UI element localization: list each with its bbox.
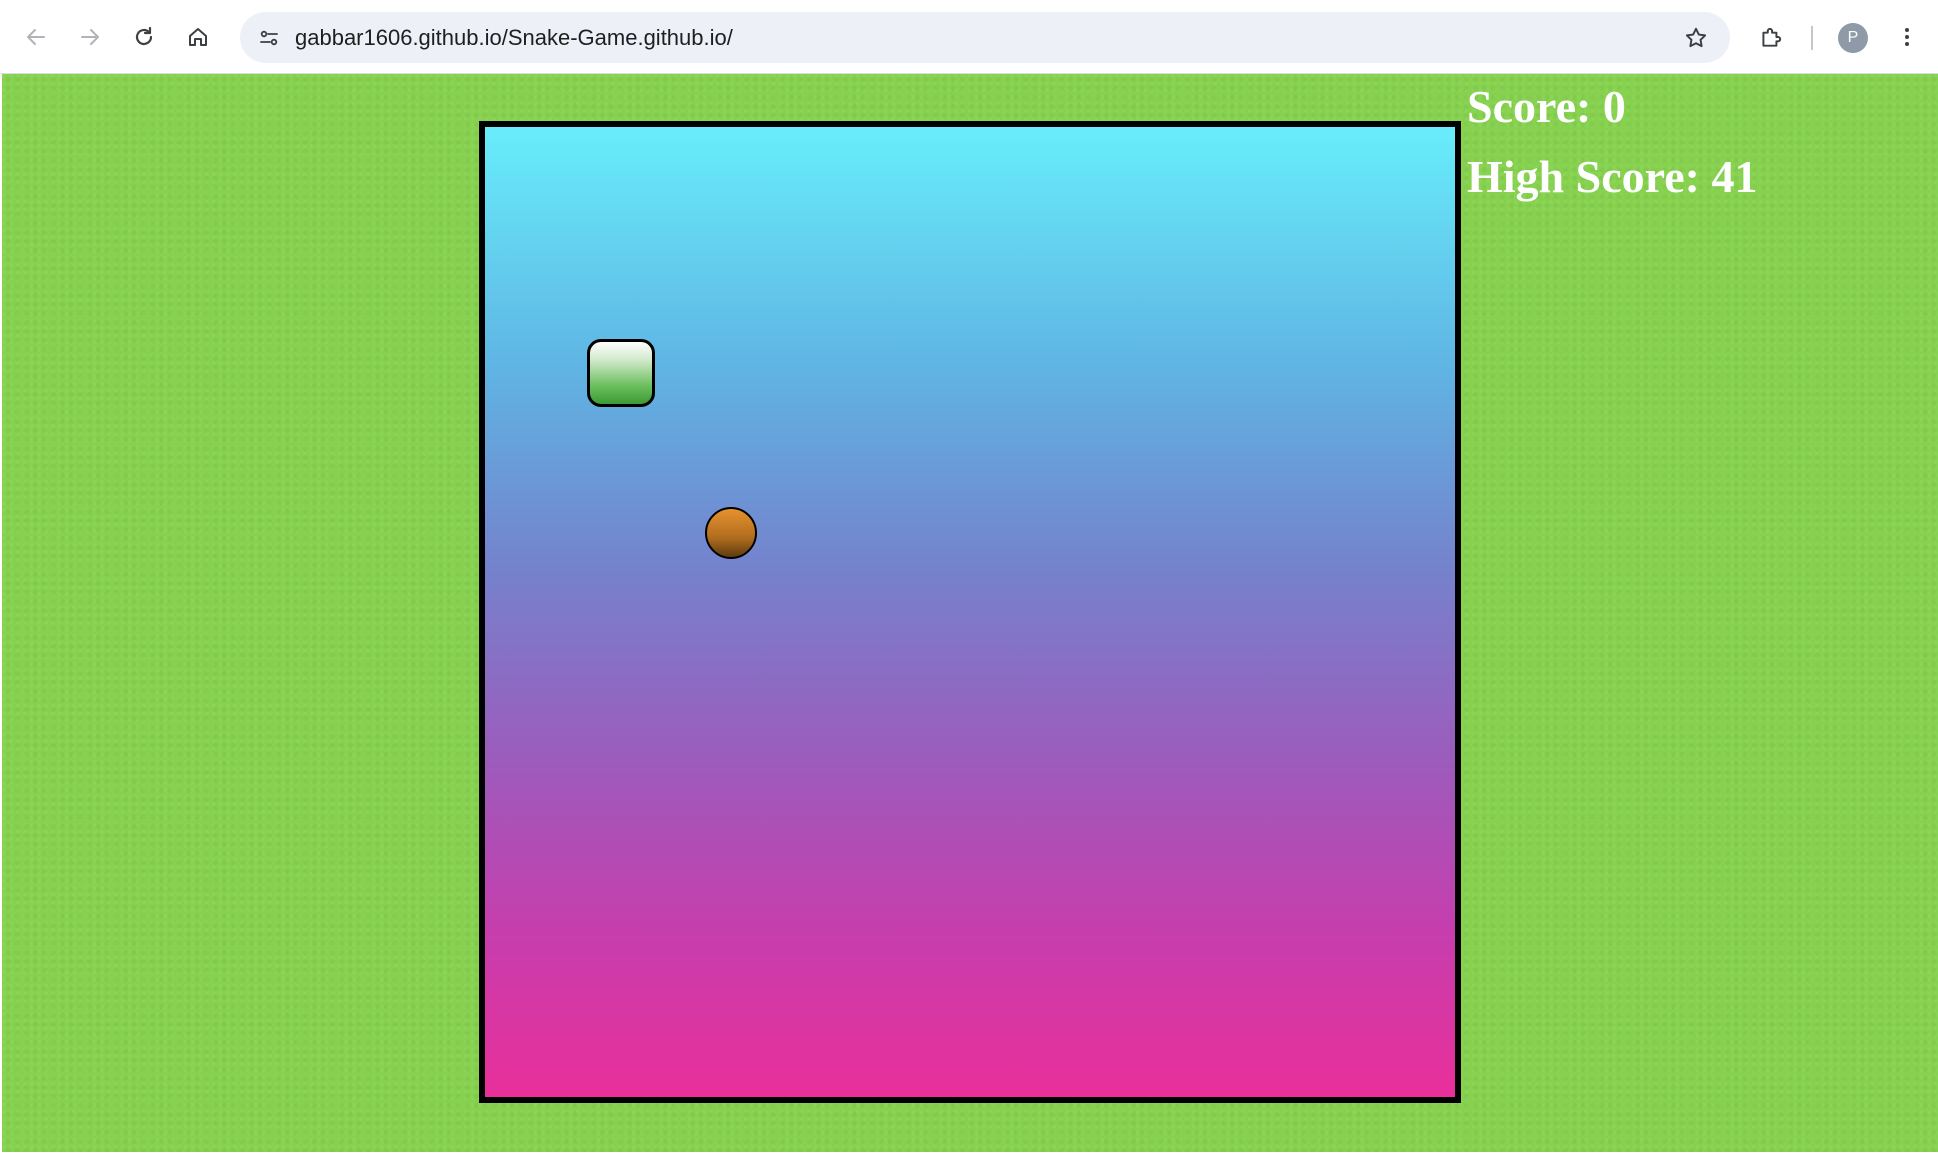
browser-window: gabbar1606.github.io/Snake-Game.github.i… xyxy=(0,0,1938,1154)
extensions-button[interactable] xyxy=(1750,16,1792,58)
home-icon xyxy=(189,28,207,46)
site-settings-icon xyxy=(260,30,278,46)
address-bar[interactable]: gabbar1606.github.io/Snake-Game.github.i… xyxy=(240,12,1730,63)
forward-button[interactable] xyxy=(69,16,111,58)
bookmark-star-icon xyxy=(1685,27,1707,48)
reload-button[interactable] xyxy=(123,16,165,58)
home-button[interactable] xyxy=(177,16,219,58)
site-info-button[interactable] xyxy=(250,19,288,57)
score-display: Score: 0 xyxy=(1467,81,1626,132)
profile-avatar[interactable]: P xyxy=(1838,23,1868,53)
extensions-puzzle-icon xyxy=(1762,27,1782,47)
reload-icon xyxy=(135,26,153,46)
page-viewport: Score: 0 High Score: 41 xyxy=(2,74,1938,1152)
high-score-display: High Score: 41 xyxy=(1467,151,1758,202)
food-item xyxy=(705,507,757,559)
game-board[interactable] xyxy=(479,121,1461,1103)
url-text[interactable]: gabbar1606.github.io/Snake-Game.github.i… xyxy=(295,12,733,63)
more-vert-icon xyxy=(1905,28,1909,46)
browser-toolbar: gabbar1606.github.io/Snake-Game.github.i… xyxy=(0,0,1938,74)
forward-arrow-icon xyxy=(81,29,99,45)
toolbar-divider xyxy=(1811,26,1813,50)
snake-head xyxy=(587,339,655,407)
back-button[interactable] xyxy=(15,16,57,58)
more-menu-button[interactable] xyxy=(1886,16,1928,58)
bookmark-button[interactable] xyxy=(1676,18,1716,58)
back-arrow-icon xyxy=(27,29,45,45)
